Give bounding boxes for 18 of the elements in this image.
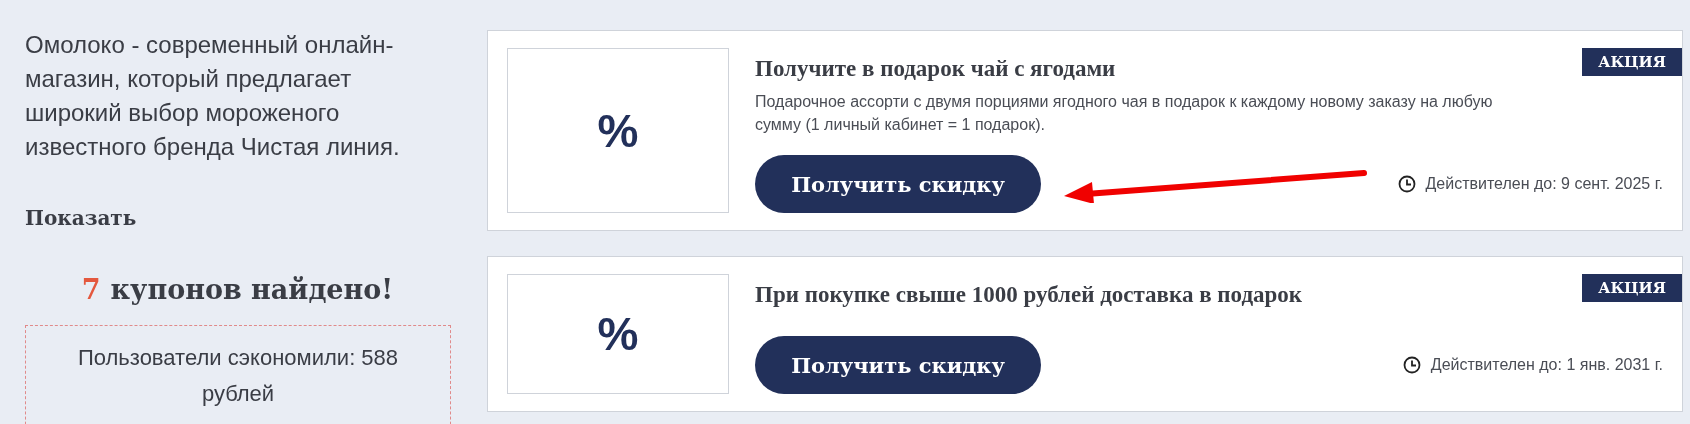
clock-icon — [1402, 356, 1421, 374]
store-description: Омолоко - современный онлайн-магазин, который предлагает широкий выбор мороженого известного бренда Чистая линия. — [25, 30, 401, 162]
coupon-description: Подарочное ассорти с двумя порциями ягодного чая в подарок к каждому новому заказу на любую сумму (1 личный кабинет = 1 подарок). — [755, 92, 1494, 135]
clock-icon — [1397, 175, 1416, 193]
percent-symbol: % — [597, 103, 639, 158]
coupon-title: Получите в подарок чай с ягодами — [755, 56, 1116, 82]
get-discount-button[interactable]: Получить скидку — [755, 336, 1041, 394]
validity-date: Действителен до: 9 сент. 2025 г. — [1425, 175, 1663, 193]
savings-text: Пользователи сэкономили: 588 рублей — [76, 344, 400, 408]
coupons-found-label: купонов найдено! — [110, 274, 394, 305]
show-more-link[interactable]: Показать — [25, 206, 137, 230]
validity-date: Действителен до: 1 янв. 2031 г. — [1430, 356, 1663, 374]
promo-badge: АКЦИЯ — [1582, 48, 1682, 76]
get-discount-button[interactable]: Получить скидку — [755, 155, 1041, 213]
promo-badge: АКЦИЯ — [1582, 274, 1682, 302]
coupon-count: 7 — [81, 274, 101, 305]
coupon-title: При покупке свыше 1000 рублей доставка в подарок — [755, 282, 1303, 308]
percent-symbol: % — [597, 307, 639, 361]
